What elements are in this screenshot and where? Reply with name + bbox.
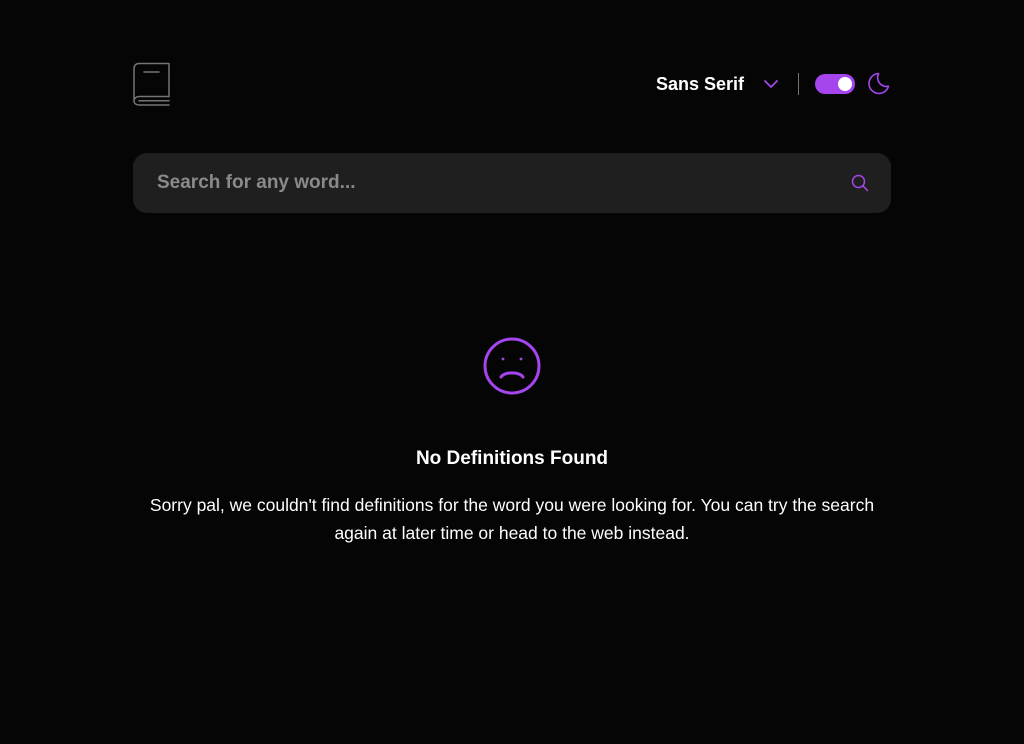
- theme-toggle-knob: [838, 77, 852, 91]
- chevron-down-icon: [764, 80, 778, 88]
- empty-state-title: No Definitions Found: [415, 448, 609, 469]
- app-header: Sans Serif: [133, 62, 891, 106]
- moon-icon: [868, 72, 890, 95]
- sad-face-icon: [483, 337, 541, 395]
- search-icon[interactable]: [851, 174, 869, 192]
- dictionary-app: Sans Serif No Defi: [0, 0, 1024, 744]
- empty-state-message: Sorry pal, we couldn't find definitions …: [149, 495, 875, 543]
- header-divider: [798, 73, 799, 95]
- theme-toggle[interactable]: [815, 74, 855, 94]
- book-icon: [133, 62, 170, 106]
- search-bar: [133, 153, 891, 213]
- font-family-selected-label: Sans Serif: [655, 73, 744, 94]
- font-family-select[interactable]: Sans Serif: [656, 74, 780, 95]
- empty-state: No Definitions Found Sorry pal, we could…: [133, 336, 891, 547]
- search-input[interactable]: [157, 172, 851, 194]
- header-controls: Sans Serif: [656, 62, 891, 106]
